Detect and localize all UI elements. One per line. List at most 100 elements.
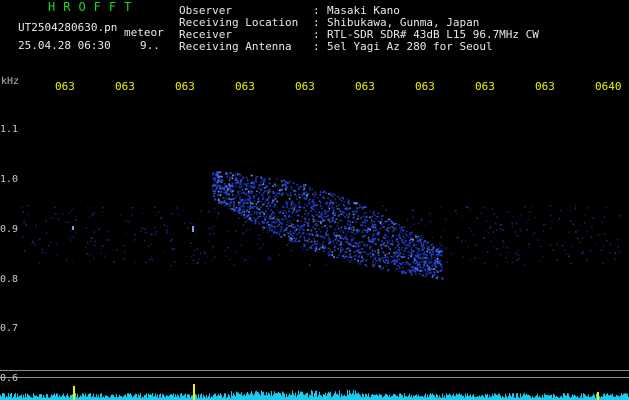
trail-speck [364, 219, 367, 221]
trail-speck [292, 240, 295, 242]
trail-speck [325, 201, 327, 204]
spectrum-column [584, 393, 585, 400]
spectrum-column [622, 395, 623, 400]
trail-speck [263, 203, 265, 205]
trail-speck [352, 229, 355, 231]
trail-speck [383, 223, 385, 225]
noise-speck [581, 252, 583, 254]
trail-speck [386, 241, 389, 244]
noise-speck [128, 220, 130, 223]
spectrum-column [567, 393, 568, 400]
noise-speck [308, 228, 311, 231]
trail-speck [219, 181, 222, 183]
trail-speck [334, 221, 336, 224]
trail-speck [327, 197, 330, 200]
trail-speck [388, 239, 391, 242]
trail-speck [235, 207, 238, 209]
spectrum-column [459, 393, 460, 400]
noise-speck [540, 245, 542, 248]
spectrum-column [11, 393, 12, 400]
spectrum-column [378, 395, 379, 400]
trail-speck [308, 233, 310, 236]
trail-speck [227, 174, 229, 176]
trail-speck [267, 220, 269, 223]
trail-speck [374, 238, 376, 240]
spectrum-column [411, 394, 412, 400]
spectrum-column [233, 392, 234, 400]
noise-speck [66, 260, 68, 262]
noise-speck [542, 255, 545, 258]
trail-speck [407, 262, 410, 264]
trail-speck [436, 253, 439, 256]
noise-speck [444, 229, 446, 232]
spectrum-column [231, 391, 232, 400]
trail-speck [261, 184, 263, 186]
trail-speck [275, 194, 277, 197]
trail-speck [285, 181, 287, 183]
trail-speck [353, 202, 355, 205]
trail-speck [409, 232, 411, 234]
spectrum-column [260, 395, 261, 400]
trail-speck [349, 221, 352, 223]
trail-speck [281, 222, 283, 225]
spectrum-column [468, 396, 469, 400]
trail-speck [422, 245, 425, 247]
trail-speck [351, 231, 353, 233]
trail-speck [352, 221, 354, 224]
trail-speck [258, 215, 260, 218]
spectrum-column [564, 393, 565, 400]
spectrum-column [253, 395, 254, 400]
noise-speck [93, 231, 95, 233]
noise-speck [561, 244, 564, 247]
spectrum-column [529, 395, 530, 400]
noise-speck [224, 250, 226, 252]
trail-speck [398, 226, 401, 229]
noise-speck [399, 231, 402, 233]
trail-speck [301, 194, 303, 197]
trail-speck [409, 241, 412, 243]
noise-speck [324, 218, 327, 221]
spectrum-column [607, 393, 608, 400]
spectrum-column [284, 393, 285, 400]
trail-speck [344, 241, 346, 243]
trail-speck [323, 245, 325, 248]
trail-speck [266, 185, 269, 188]
trail-speck [405, 264, 407, 266]
spectrum-column [4, 393, 5, 400]
trail-speck [414, 269, 416, 271]
trail-speck [386, 255, 389, 258]
trail-speck [329, 254, 332, 256]
noise-speck [247, 218, 249, 220]
trail-speck [235, 175, 237, 177]
spectrum-column [120, 395, 121, 400]
trail-speck [402, 241, 405, 244]
trail-speck [427, 267, 429, 269]
trail-speck [420, 239, 423, 241]
trail-speck [241, 212, 244, 214]
noise-speck [590, 236, 593, 238]
spectrum-column [282, 391, 283, 400]
trail-speck [327, 218, 329, 221]
trail-speck [340, 213, 342, 215]
spectrum-column [216, 396, 217, 400]
trail-speck [316, 233, 319, 236]
trail-speck [389, 248, 392, 250]
trail-speck [394, 259, 396, 262]
noise-speck [425, 224, 427, 227]
spectrum-column [510, 395, 511, 400]
spectrum-column [327, 393, 328, 400]
trail-speck [346, 198, 348, 200]
spectrum-column [375, 395, 376, 400]
trail-speck [329, 225, 331, 227]
noise-speck [214, 211, 216, 213]
spectrum-column [217, 395, 218, 400]
trail-speck [410, 248, 413, 251]
trail-speck [306, 196, 308, 198]
trail-speck [440, 270, 442, 272]
trail-speck [313, 208, 315, 211]
trail-speck [269, 224, 271, 227]
trail-speck [370, 221, 372, 224]
noise-speck [170, 264, 173, 267]
spectrum-column [425, 393, 426, 400]
noise-speck [23, 222, 25, 224]
